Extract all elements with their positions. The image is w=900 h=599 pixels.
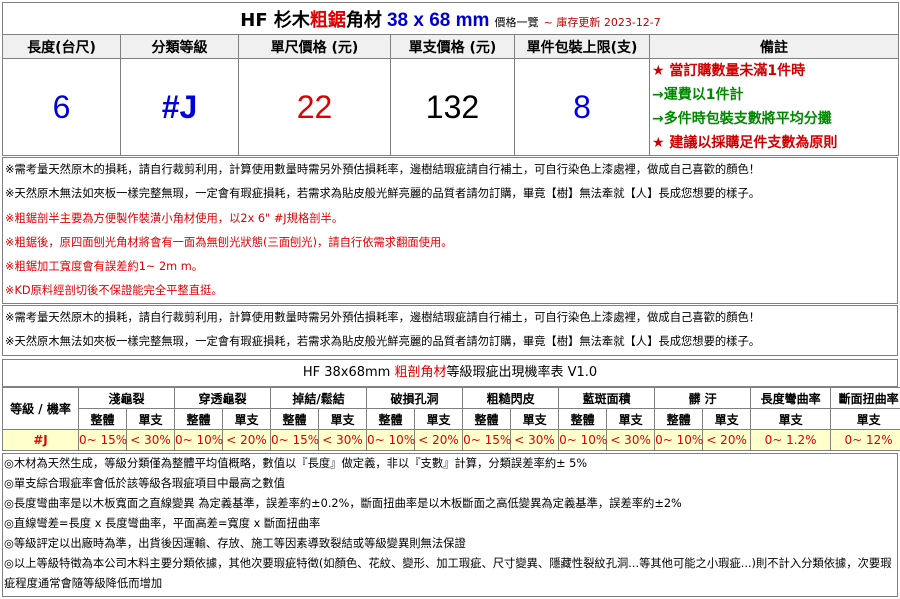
value-price-per-piece: 132 (390, 58, 515, 156)
notice-box: ※需考量天然原木的損耗，請自行裁剪利用，計算使用數量時需另外預估損耗率，邊樹結瑕… (2, 157, 898, 304)
notice-line: ※需考量天然原木的損耗，請自行裁剪利用，計算使用數量時需另外預估損耗率，邊樹結瑕… (5, 311, 761, 324)
footnote-line: ◎單支綜合瑕疵率會低於該等級各瑕疵項目中最高之數值 (4, 477, 285, 490)
title-brand: HF 杉木 (240, 9, 310, 31)
rate-cell: 0~ 10% (174, 429, 223, 451)
row-grade: #J (2, 429, 79, 451)
rate-cell: 0~ 1.2% (750, 429, 832, 451)
rate-cell: < 30% (318, 429, 368, 451)
table-row: #J 0~ 15% < 30% 0~ 10% < 20% 0~ 15% < 30… (2, 429, 900, 451)
footnote-line: ◎以上等級特徵為本公司木料主要分類依據，其他次要瑕疵特徵(如顏色、花紋、變形、加… (4, 557, 892, 590)
sub-header-whole: 整體 (366, 408, 416, 430)
title-highlight: 粗鋸 (309, 9, 346, 31)
rate-cell: 0~ 15% (270, 429, 319, 451)
rate-cell: 0~ 10% (366, 429, 415, 451)
notice-box: ※需考量天然原木的損耗，請自行裁剪利用，計算使用數量時需另外預估損耗率，邊樹結瑕… (2, 305, 898, 356)
category-header: 淺龜裂 (77, 387, 176, 409)
defect-table: 等級 / 機率 淺龜裂 穿透龜裂 掉結/鬆結 破損孔洞 粗糙閃皮 藍斑面積 髒 … (2, 387, 900, 451)
rate-cell: < 30% (510, 429, 560, 451)
page-title: HF 杉木粗鋸角材 38 x 68 mm 價格一覽 ~ 庫存更新 2023-12… (1, 2, 900, 35)
category-header: 掉結/鬆結 (270, 387, 368, 409)
sub-header-single: 單支 (222, 408, 272, 430)
sub-header-single: 單支 (830, 408, 900, 430)
rate-cell: < 20% (414, 429, 464, 451)
defect-title-suffix: 等級瑕疵出現機率表 V1.0 (446, 365, 598, 380)
notice-line: ※粗鋸後，原四面刨光角材將會有一面為無刨光狀態(三面刨光)，請自行依需求翻面使用… (5, 235, 453, 249)
sub-header-whole: 整體 (174, 408, 224, 430)
title-size: 38 x 68 mm (386, 9, 490, 31)
header-remarks: 備註 (648, 34, 900, 59)
sub-header-whole: 整體 (654, 408, 704, 430)
defect-table-title: HF 38x68mm 粗剖角材等級瑕疵出現機率表 V1.0 (2, 359, 898, 387)
footnote-line: ◎長度彎曲率是以木板寬面之直線變異 為定義基準，誤差率約±0.2%，斷面扭曲率是… (4, 497, 682, 510)
category-header: 髒 汙 (654, 387, 752, 409)
footnote-line: ◎直線彎差=長度 x 長度彎曲率，平面高差=寬度 x 斷面扭曲率 (4, 517, 321, 530)
value-bundle-max: 8 (514, 58, 650, 156)
rate-cell: 0~ 10% (654, 429, 703, 451)
remark-line: ★ 當訂購數量未滿1件時 (652, 63, 806, 79)
sub-header-whole: 整體 (462, 408, 512, 430)
header-bundle-max: 單件包裝上限(支) (514, 34, 650, 59)
category-header: 破損孔洞 (366, 387, 464, 409)
defect-title-highlight: 粗剖角材 (394, 365, 447, 380)
value-price-per-foot: 22 (238, 58, 391, 156)
footnotes: ◎木材為天然生成，等級分類僅為整體平均值概略，數值以『長度』做定義，非以『支數』… (2, 453, 898, 597)
rate-cell: 0~ 10% (558, 429, 607, 451)
rate-cell: < 30% (606, 429, 656, 451)
remark-line: ★ 建議以採購足件支數為原則 (652, 135, 838, 151)
footnote-line: ◎木材為天然生成，等級分類僅為整體平均值概略，數值以『長度』做定義，非以『支數』… (4, 457, 588, 470)
category-header: 斷面扭曲率 (830, 387, 900, 409)
remark-line: →運費以1件計 (652, 87, 744, 103)
notice-line: ※粗鋸加工寬度會有誤差約1~ 2m m。 (5, 260, 204, 274)
grade-header: 等級 / 機率 (2, 387, 79, 430)
sub-header-single: 單支 (125, 408, 176, 430)
sub-header-whole: 整體 (78, 408, 127, 430)
rate-cell: 0~ 15% (462, 429, 511, 451)
footnote-line: ◎等級評定以出廠時為準，出貨後因運輸、存放、施工等因素導致裂結或等級變異則無法保… (4, 537, 466, 550)
defect-title-prefix: HF 38x68mm (302, 365, 395, 380)
header-price-per-foot: 單尺價格 (元) (238, 34, 391, 59)
sub-header-whole: 整體 (270, 408, 320, 430)
notice-line: ※天然原木無法如夾板一樣完整無瑕，一定會有瑕疵損耗，若需求為貼皮般光鮮亮麗的品質… (5, 335, 761, 349)
value-length: 6 (2, 58, 121, 156)
rate-cell: 0~ 12% (830, 429, 900, 451)
rate-cell: < 20% (702, 429, 752, 451)
title-suffix: 價格一覽 (494, 15, 539, 29)
category-header: 藍斑面積 (558, 387, 656, 409)
category-header: 長度彎曲率 (750, 387, 832, 409)
notice-line: ※粗鋸剖半主要為方便製作裝潢小角材使用，以2x 6" #J規格剖半。 (5, 211, 344, 225)
rate-cell: < 30% (125, 429, 176, 451)
notice-line: ※KD原料經剖切後不保證能完全平整直挺。 (5, 284, 223, 298)
price-table: HF 杉木粗鋸角材 38 x 68 mm 價格一覽 ~ 庫存更新 2023-12… (1, 2, 900, 156)
sub-header-single: 單支 (702, 408, 752, 430)
notice-line: ※天然原木無法如夾板一樣完整無瑕，一定會有瑕疵損耗，若需求為貼皮般光鮮亮麗的品質… (5, 187, 761, 201)
remarks-cell: ★ 當訂購數量未滿1件時 →運費以1件計 →多件時包裝支數將平均分攤 ★ 建議以… (648, 58, 900, 156)
sub-header-single: 單支 (318, 408, 368, 430)
header-price-per-piece: 單支價格 (元) (390, 34, 515, 59)
rate-cell: < 20% (222, 429, 272, 451)
title-product: 角材 (345, 9, 382, 31)
title-update-date: ~ 庫存更新 2023-12-7 (543, 15, 661, 29)
sub-header-single: 單支 (750, 408, 832, 430)
sub-header-whole: 整體 (558, 408, 608, 430)
sub-header-single: 單支 (510, 408, 560, 430)
notice-line: ※需考量天然原木的損耗，請自行裁剪利用，計算使用數量時需另外預估損耗率，邊樹結瑕… (5, 163, 761, 176)
value-grade: #J (120, 58, 239, 156)
sub-header-single: 單支 (606, 408, 656, 430)
header-length: 長度(台尺) (2, 34, 121, 59)
header-grade: 分類等級 (120, 34, 239, 59)
sub-header-single: 單支 (414, 408, 464, 430)
category-header: 粗糙閃皮 (462, 387, 560, 409)
remark-line: →多件時包裝支數將平均分攤 (652, 111, 832, 127)
rate-cell: 0~ 15% (78, 429, 127, 451)
category-header: 穿透龜裂 (174, 387, 272, 409)
